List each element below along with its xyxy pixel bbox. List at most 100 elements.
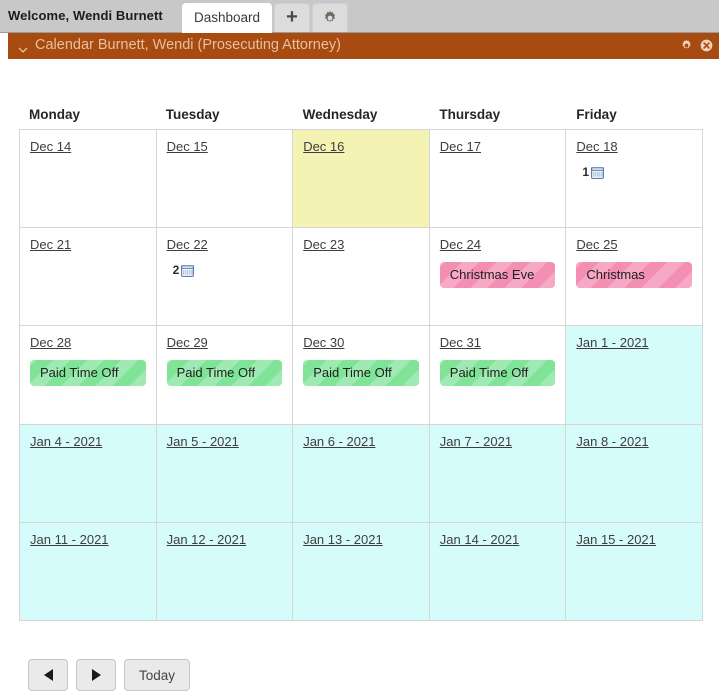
calendar-week-row: Dec 21 Dec 22 2 Dec 23 Dec 24 Christmas Eve De… [20,228,703,327]
calendar-body: Monday Tuesday Wednesday Thursday Friday… [8,59,719,691]
calendar-day-cell[interactable]: Jan 13 - 2021 [293,522,430,621]
calendar-grid: Dec 14 Dec 15 Dec 16 Dec 17 Dec 18 1 Dec 21 Dec… [19,129,703,621]
calendar-day-cell[interactable]: Dec 25 Christmas [566,228,703,327]
calendar-day-cell[interactable]: Jan 1 - 2021 [566,326,703,425]
calendar-event-label: Paid Time Off [176,365,256,381]
day-date-link[interactable]: Dec 18 [576,139,617,154]
day-date-link[interactable]: Jan 6 - 2021 [303,434,375,449]
day-date-link[interactable]: Dec 22 [167,237,208,252]
day-date-link[interactable]: Dec 31 [440,335,481,350]
calendar-day-cell[interactable]: Jan 6 - 2021 [293,424,430,523]
calendar-event[interactable]: Christmas Eve [439,262,556,289]
day-date-link[interactable]: Jan 7 - 2021 [440,434,512,449]
day-header-friday: Friday [576,107,617,122]
add-tab-button[interactable]: + [274,3,310,32]
day-header-thursday: Thursday [439,107,501,122]
calendar-day-cell[interactable]: Dec 31 Paid Time Off [429,326,567,425]
calendar-day-cell[interactable]: Dec 28 Paid Time Off [20,326,157,425]
tab-dashboard-label: Dashboard [193,10,261,25]
day-date-link[interactable]: Dec 29 [167,335,208,350]
close-circle-icon[interactable] [700,39,713,52]
top-tab-bar: Welcome, Wendi Burnett Dashboard + [0,0,719,33]
calendar-week-row: Dec 14 Dec 15 Dec 16 Dec 17 Dec 18 1 [20,130,703,229]
calendar-event[interactable]: Christmas [576,262,692,289]
calendar-event-label: Paid Time Off [449,365,529,381]
event-count-badge[interactable]: 2 [173,263,195,277]
gear-icon [322,10,338,30]
calendar-week-row: Dec 28 Paid Time Off Dec 29 Paid Time Off De… [20,326,703,425]
calendar-day-cell[interactable]: Jan 5 - 2021 [156,424,294,523]
day-date-link[interactable]: Jan 14 - 2021 [440,532,520,547]
arrow-left-icon [43,669,53,681]
calendar-event-label: Christmas [586,267,645,283]
tab-settings-button[interactable] [312,3,348,32]
calendar-event[interactable]: Paid Time Off [439,360,556,387]
calendar-day-cell[interactable]: Jan 4 - 2021 [20,424,157,523]
portlet-header: Calendar Burnett, Wendi (Prosecuting Att… [8,33,719,59]
event-count-badge[interactable]: 1 [582,165,604,179]
today-button-label: Today [138,667,176,683]
calendar-day-cell[interactable]: Jan 14 - 2021 [429,522,567,621]
day-date-link[interactable]: Dec 25 [576,237,617,252]
calendar-event[interactable]: Paid Time Off [30,360,146,387]
day-date-link[interactable]: Jan 4 - 2021 [30,434,102,449]
calendar-event[interactable]: Paid Time Off [166,360,283,387]
arrow-right-icon [91,669,101,681]
day-date-link[interactable]: Jan 11 - 2021 [30,532,109,547]
calendar-day-cell[interactable]: Dec 17 [429,130,567,229]
calendar-event[interactable]: Paid Time Off [303,360,419,387]
calendar-day-cell[interactable]: Jan 15 - 2021 [566,522,703,621]
calendar-week-row: Jan 4 - 2021 Jan 5 - 2021 Jan 6 - 2021 Jan … [20,424,703,523]
chevron-down-icon[interactable] [18,42,28,53]
day-date-link[interactable]: Dec 24 [440,237,481,252]
day-date-link[interactable]: Dec 28 [30,335,71,350]
day-date-link[interactable]: Dec 21 [30,237,71,252]
event-count-value: 1 [582,165,590,179]
day-date-link[interactable]: Dec 17 [440,139,481,154]
day-date-link[interactable]: Dec 14 [30,139,71,154]
calendar-day-cell[interactable]: Jan 8 - 2021 [566,424,703,523]
calendar-day-cell[interactable]: Dec 22 2 [156,228,294,327]
welcome-text: Welcome, Wendi Burnett [8,8,163,23]
calendar-day-cell[interactable]: Jan 12 - 2021 [156,522,294,621]
calendar-day-cell[interactable]: Dec 30 Paid Time Off [293,326,430,425]
portlet-title: Calendar Burnett, Wendi (Prosecuting Att… [35,37,342,53]
portlet-actions [680,39,713,52]
day-date-link[interactable]: Dec 15 [167,139,208,154]
day-date-link[interactable]: Dec 16 [303,139,344,154]
day-date-link[interactable]: Jan 12 - 2021 [167,532,247,547]
calendar-day-cell[interactable]: Dec 29 Paid Time Off [156,326,294,425]
event-count-value: 2 [172,263,180,278]
next-week-button[interactable] [76,659,116,691]
day-date-link[interactable]: Jan 1 - 2021 [576,335,648,350]
day-date-link[interactable]: Dec 30 [303,335,344,350]
day-date-link[interactable]: Jan 15 - 2021 [576,532,656,547]
calendar-day-cell[interactable]: Dec 23 [293,228,430,327]
calendar-day-cell[interactable]: Dec 14 [20,130,157,229]
calendar-event-label: Christmas Eve [449,267,535,283]
day-date-link[interactable]: Dec 23 [303,237,344,252]
tab-dashboard[interactable]: Dashboard [182,3,272,33]
calendar-icon [181,264,195,277]
calendar-day-cell[interactable]: Dec 16 [293,130,430,229]
day-header-tuesday: Tuesday [165,107,220,122]
calendar-day-cell[interactable]: Dec 21 [20,228,157,327]
calendar-day-cell[interactable]: Jan 11 - 2021 [20,522,157,621]
day-date-link[interactable]: Jan 8 - 2021 [576,434,648,449]
today-button[interactable]: Today [124,659,190,691]
calendar-day-headers: Monday Tuesday Wednesday Thursday Friday [19,107,703,122]
gear-icon[interactable] [680,39,693,52]
prev-week-button[interactable] [28,659,68,691]
calendar-nav: Today [28,659,190,691]
day-header-wednesday: Wednesday [302,107,378,122]
calendar-icon [591,166,604,179]
calendar-day-cell[interactable]: Jan 7 - 2021 [429,424,567,523]
calendar-event-label: Paid Time Off [313,365,392,381]
plus-icon: + [286,6,298,28]
calendar-day-cell[interactable]: Dec 15 [156,130,294,229]
day-header-monday: Monday [29,107,81,122]
calendar-day-cell[interactable]: Dec 18 1 [566,130,703,229]
day-date-link[interactable]: Jan 13 - 2021 [303,532,383,547]
day-date-link[interactable]: Jan 5 - 2021 [167,434,239,449]
calendar-day-cell[interactable]: Dec 24 Christmas Eve [429,228,567,327]
